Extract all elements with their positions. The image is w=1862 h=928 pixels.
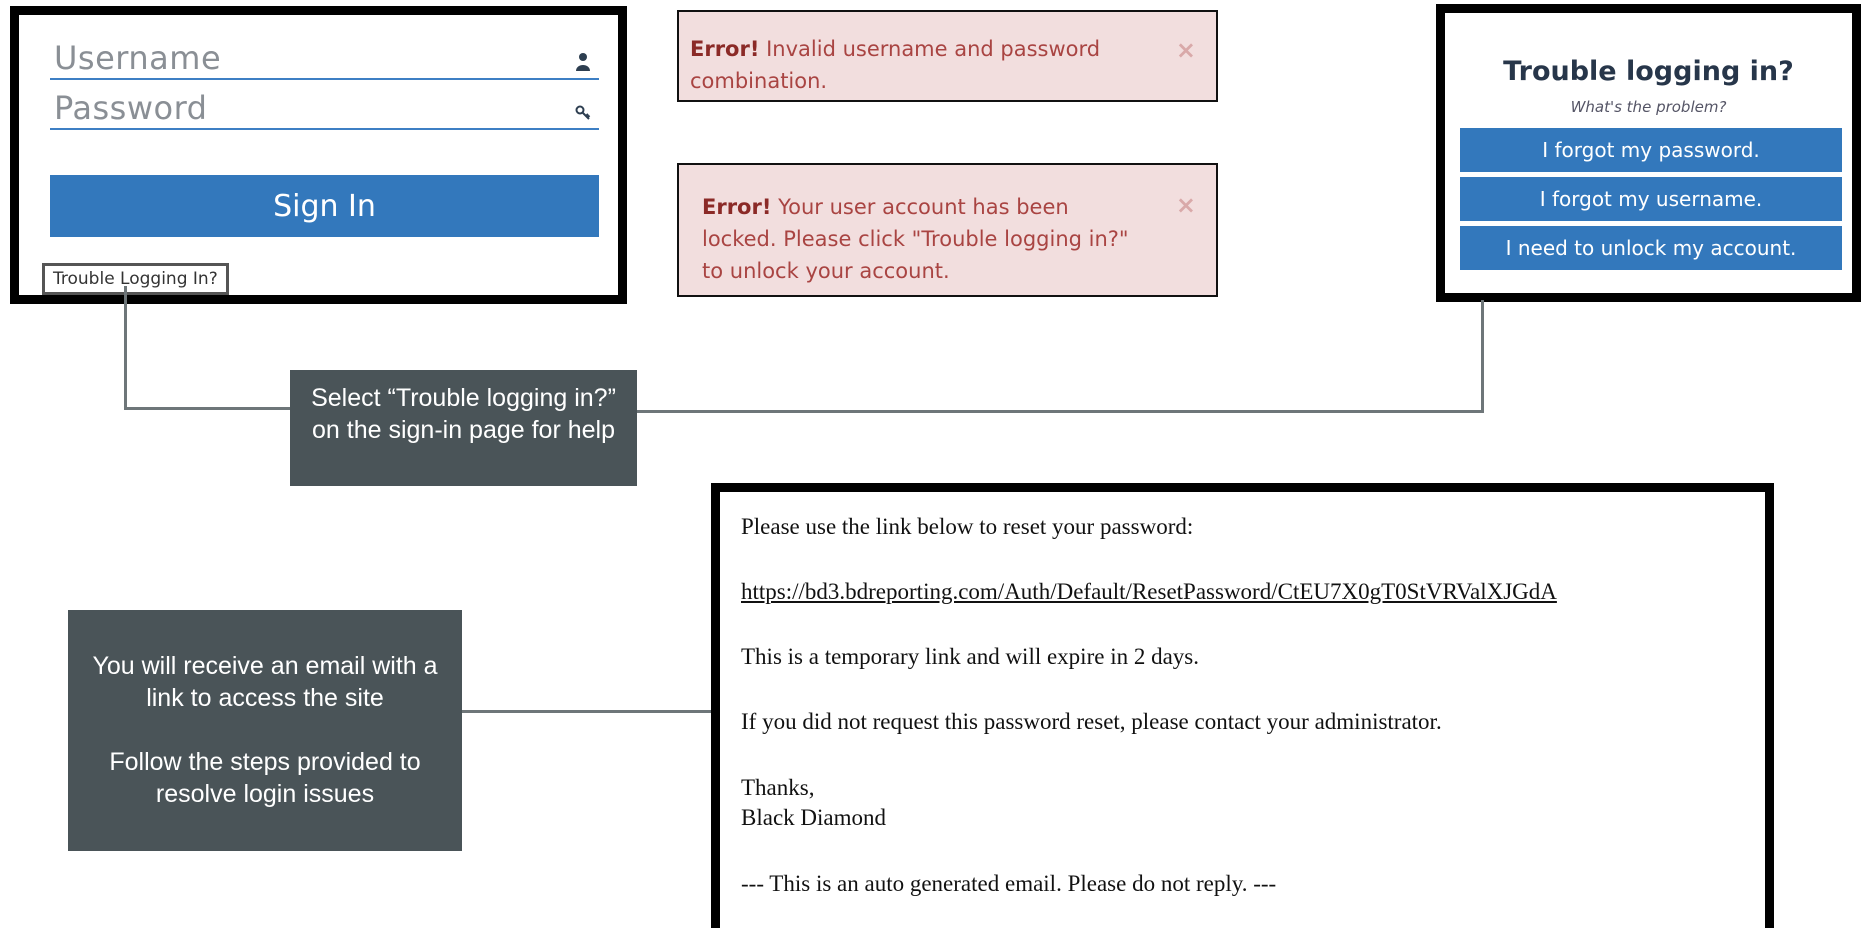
unlock-account-button[interactable]: I need to unlock my account.: [1460, 226, 1842, 270]
alert-invalid-credentials: Error! Invalid username and password com…: [677, 10, 1218, 102]
signin-button[interactable]: Sign In: [50, 175, 599, 237]
alert-locked-strong: Error!: [702, 195, 772, 219]
trouble-logging-in-link[interactable]: Trouble Logging In?: [42, 263, 229, 295]
close-icon[interactable]: ×: [1176, 38, 1196, 62]
connector-line: [124, 286, 127, 410]
callout-trouble-text: Select “Trouble logging in?” on the sign…: [311, 384, 616, 444]
callout-email-line1: You will receive an email with a link to…: [92, 652, 438, 712]
connector-line: [462, 710, 711, 713]
forgot-password-button[interactable]: I forgot my password.: [1460, 128, 1842, 172]
email-signature: Black Diamond: [741, 805, 886, 830]
password-field[interactable]: Password: [50, 87, 599, 130]
trouble-logging-in-panel: Trouble logging in? What's the problem? …: [1436, 4, 1861, 302]
password-placeholder: Password: [54, 89, 208, 127]
alert-invalid-strong: Error!: [690, 37, 760, 61]
connector-line: [124, 407, 292, 410]
username-placeholder: Username: [54, 39, 222, 77]
username-field[interactable]: Username: [50, 37, 599, 80]
close-icon[interactable]: ×: [1176, 193, 1196, 217]
reset-password-link[interactable]: https://bd3.bdreporting.com/Auth/Default…: [741, 579, 1557, 605]
alert-invalid-message: Error! Invalid username and password com…: [690, 33, 1130, 97]
user-icon: [576, 53, 590, 71]
callout-email-text: You will receive an email with a link to…: [78, 650, 452, 810]
login-panel: Username Password Sign In Trouble Loggin…: [10, 6, 627, 304]
email-expiry-note: This is a temporary link and will expire…: [741, 644, 1199, 669]
connector-line: [637, 410, 1484, 413]
trouble-title: Trouble logging in?: [1503, 56, 1794, 87]
key-icon: [575, 105, 591, 120]
trouble-subtitle: What's the problem?: [1570, 98, 1727, 116]
connector-line: [1481, 300, 1484, 413]
callout-email-instructions: You will receive an email with a link to…: [68, 610, 462, 851]
callout-email-line2: Follow the steps provided to resolve log…: [109, 748, 421, 808]
email-contact-note: If you did not request this password res…: [741, 709, 1442, 734]
reset-email: Please use the link below to reset your …: [711, 483, 1774, 928]
alert-locked-message: Error! Your user account has been locked…: [702, 191, 1142, 287]
alert-account-locked: Error! Your user account has been locked…: [677, 163, 1218, 297]
email-thanks: Thanks,: [741, 775, 815, 800]
email-footer: --- This is an auto generated email. Ple…: [741, 871, 1277, 896]
callout-trouble-instructions: Select “Trouble logging in?” on the sign…: [290, 370, 637, 486]
forgot-username-button[interactable]: I forgot my username.: [1460, 177, 1842, 221]
email-intro: Please use the link below to reset your …: [741, 514, 1194, 539]
